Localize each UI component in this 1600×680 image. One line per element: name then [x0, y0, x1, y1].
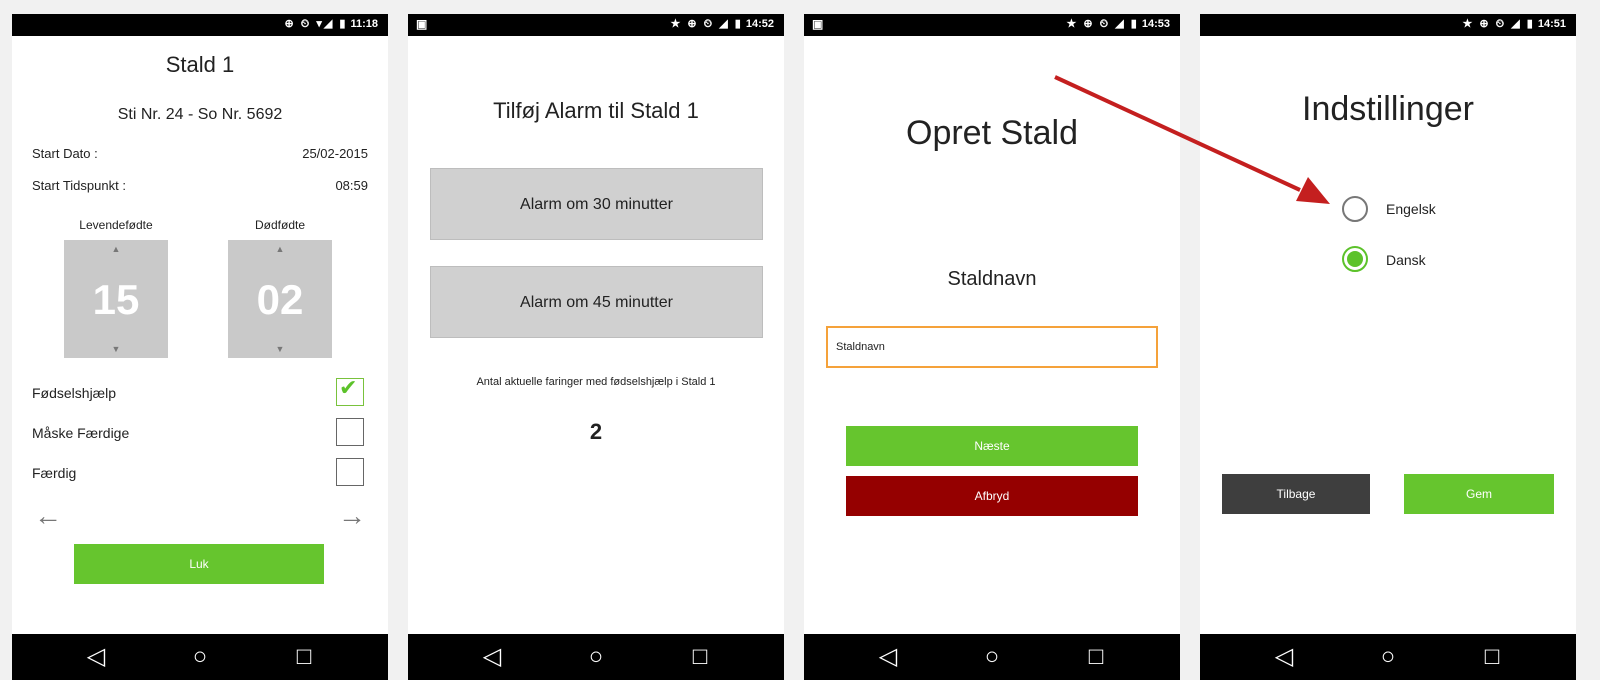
back-button[interactable]: Tilbage — [1222, 474, 1370, 514]
nav-bar: ◁ ○ □ — [12, 634, 388, 680]
status-icons: ⊕ ⏲ ▾◢ ▮ — [284, 18, 348, 30]
checkbox-done[interactable] — [336, 458, 364, 486]
checkbox-label-maybe-done: Måske Færdige — [32, 425, 130, 441]
start-time-value: 08:59 — [335, 178, 368, 193]
recent-apps-icon[interactable]: □ — [274, 634, 334, 680]
nav-bar: ◁ ○ □ — [804, 634, 1180, 680]
status-icons: ★ ⊕ ⏲ ◢ ▮ — [1462, 18, 1535, 30]
home-nav-icon[interactable]: ○ — [962, 634, 1022, 680]
radio-english[interactable] — [1342, 196, 1368, 222]
screen-stald-detail: ⊕ ⏲ ▾◢ ▮ 11:18 Stald 1 Sti Nr. 24 - So Nr… — [12, 14, 388, 680]
status-icons: ★ ⊕ ⏲ ◢ ▮ — [1066, 18, 1139, 30]
status-bar: ▣ ★ ⊕ ⏲ ◢ ▮ 14:53 — [804, 14, 1180, 36]
live-born-value: 15 — [92, 276, 140, 323]
stillborn-label: Dødfødte — [254, 218, 305, 232]
increment-icon[interactable]: ▲ — [64, 244, 168, 254]
page-title: Opret Stald — [906, 114, 1078, 152]
stald-name-label: Staldnavn — [947, 268, 1037, 290]
recent-apps-icon[interactable]: □ — [1462, 634, 1522, 680]
close-button[interactable]: Luk — [74, 544, 324, 584]
checkbox-birth-help[interactable]: ✔ — [336, 375, 364, 406]
alarm-45-button[interactable]: Alarm om 45 minutter — [430, 266, 763, 338]
screen-create-stald: ▣ ★ ⊕ ⏲ ◢ ▮ 14:53 Opret Stald Staldnavn S… — [804, 14, 1180, 680]
recent-apps-icon[interactable]: □ — [670, 634, 730, 680]
home-nav-icon[interactable]: ○ — [170, 634, 230, 680]
arrow-right-icon[interactable]: → — [338, 500, 366, 532]
status-time: 14:53 — [1141, 18, 1170, 30]
nav-bar: ◁ ○ □ — [1200, 634, 1576, 680]
status-time: 11:18 — [350, 18, 378, 30]
start-date-label: Start Dato : — [32, 146, 98, 161]
next-button[interactable]: Næste — [846, 426, 1138, 466]
home-nav-icon[interactable]: ○ — [566, 634, 626, 680]
page-title: Stald 1 — [165, 52, 235, 77]
status-bar: ▣ ★ ⊕ ⏲ ◢ ▮ 14:52 — [408, 14, 784, 36]
radio-label-english: Engelsk — [1386, 201, 1436, 217]
arrow-left-icon[interactable]: ← — [34, 500, 62, 532]
screen-settings: ★ ⊕ ⏲ ◢ ▮ 14:51 Indstillinger Engelsk Dan… — [1200, 14, 1576, 680]
screen-add-alarm: ▣ ★ ⊕ ⏲ ◢ ▮ 14:52 Tilføj Alarm til Stald … — [408, 14, 784, 680]
cancel-button[interactable]: Afbryd — [846, 476, 1138, 516]
status-bar: ★ ⊕ ⏲ ◢ ▮ 14:51 — [1200, 14, 1576, 36]
radio-label-danish: Dansk — [1386, 252, 1426, 268]
stillborn-picker[interactable]: ▲ 02 ▼ — [228, 240, 332, 358]
status-time: 14:52 — [745, 18, 774, 30]
decrement-icon[interactable]: ▼ — [228, 344, 332, 354]
start-date-value: 25/02-2015 — [302, 146, 368, 161]
birth-help-count-value: 2 — [589, 419, 603, 444]
page-title: Indstillinger — [1302, 90, 1474, 128]
birth-help-count-label: Antal aktuelle faringer med fødselshjælp… — [476, 376, 716, 388]
status-bar: ⊕ ⏲ ▾◢ ▮ 11:18 — [12, 14, 388, 36]
live-born-label: Levendefødte — [79, 218, 153, 232]
increment-icon[interactable]: ▲ — [228, 244, 332, 254]
stald-name-input-value: Staldnavn — [836, 341, 885, 353]
home-nav-icon[interactable]: ○ — [1358, 634, 1418, 680]
checkbox-label-done: Færdig — [32, 465, 77, 481]
nav-bar: ◁ ○ □ — [408, 634, 784, 680]
stillborn-value: 02 — [256, 276, 304, 323]
start-time-label: Start Tidspunkt : — [32, 178, 126, 193]
check-icon: ✔ — [339, 375, 358, 400]
stald-name-input[interactable]: Staldnavn — [826, 326, 1158, 368]
image-notification-icon: ▣ — [812, 17, 824, 31]
back-nav-icon[interactable]: ◁ — [462, 634, 522, 680]
save-button[interactable]: Gem — [1404, 474, 1554, 514]
status-icons: ★ ⊕ ⏲ ◢ ▮ — [670, 18, 743, 30]
decrement-icon[interactable]: ▼ — [64, 344, 168, 354]
alarm-30-button[interactable]: Alarm om 30 minutter — [430, 168, 763, 240]
image-notification-icon: ▣ — [416, 17, 428, 31]
back-nav-icon[interactable]: ◁ — [858, 634, 918, 680]
radio-selected-dot — [1347, 251, 1363, 267]
live-born-picker[interactable]: ▲ 15 ▼ — [64, 240, 168, 358]
radio-danish[interactable] — [1342, 246, 1368, 272]
sow-info: Sti Nr. 24 - So Nr. 5692 — [117, 106, 283, 123]
checkbox-label-birth-help: Fødselshjælp — [32, 385, 117, 401]
page-title: Tilføj Alarm til Stald 1 — [493, 98, 699, 123]
recent-apps-icon[interactable]: □ — [1066, 634, 1126, 680]
status-time: 14:51 — [1537, 18, 1566, 30]
checkbox-maybe-done[interactable] — [336, 418, 364, 446]
back-nav-icon[interactable]: ◁ — [66, 634, 126, 680]
back-nav-icon[interactable]: ◁ — [1254, 634, 1314, 680]
